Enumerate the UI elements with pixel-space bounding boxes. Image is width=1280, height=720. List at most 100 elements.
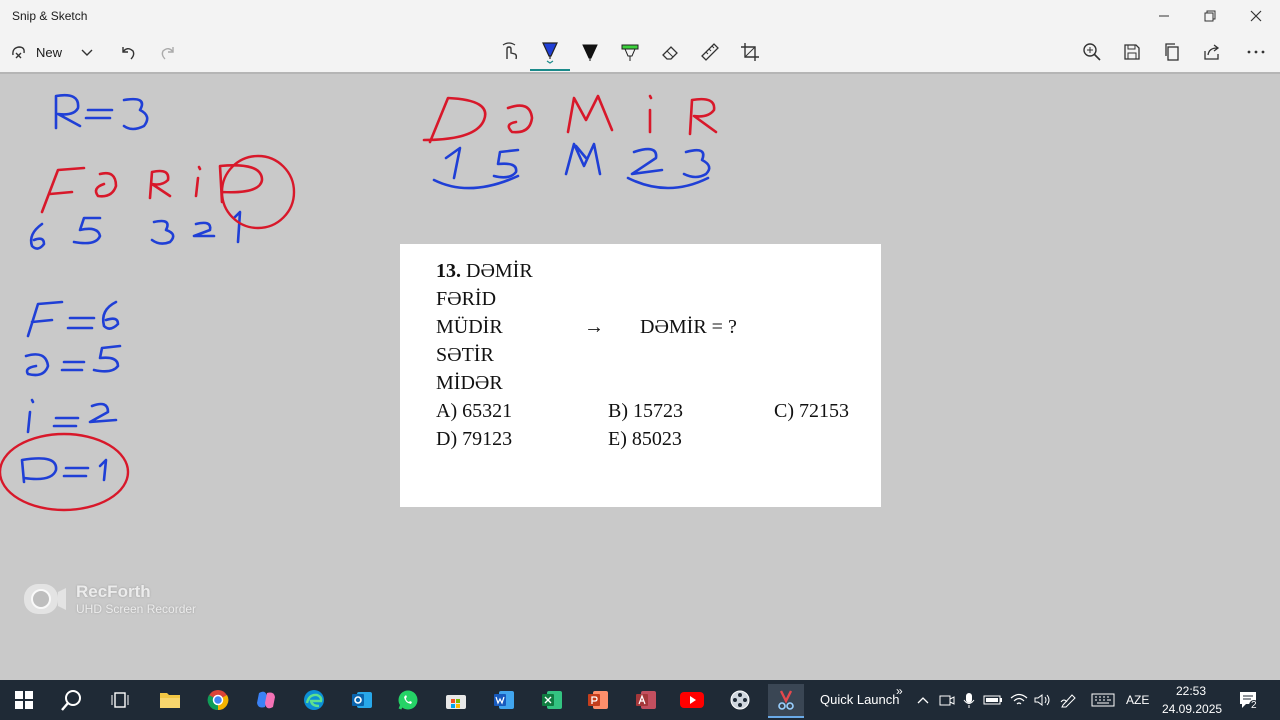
ballpoint-pen-icon: [542, 42, 558, 64]
excel-button[interactable]: [534, 684, 570, 716]
pencil-button[interactable]: [574, 36, 606, 68]
more-icon: [1247, 50, 1265, 54]
whatsapp-icon: [398, 690, 418, 710]
new-button[interactable]: New: [10, 36, 94, 68]
minimize-button[interactable]: [1141, 0, 1187, 32]
touch-writing-button[interactable]: [494, 36, 526, 68]
zoom-button[interactable]: [1076, 36, 1108, 68]
whatsapp-button[interactable]: [390, 684, 426, 716]
tray-microphone-button[interactable]: [958, 688, 980, 712]
tray-battery-button[interactable]: [982, 688, 1004, 712]
option-c: C) 72153: [774, 400, 849, 422]
redo-icon: [161, 47, 174, 60]
tray-meet-button[interactable]: [936, 688, 958, 712]
ink-i-equals-2: [26, 398, 118, 434]
crop-icon: [741, 43, 759, 61]
search-button[interactable]: [54, 684, 90, 716]
taskbar: Quick Launch » AZE 22:53 24.09.2025 2: [0, 680, 1280, 720]
zoom-icon: [1083, 43, 1101, 61]
microsoft-store-button[interactable]: [438, 684, 474, 716]
close-button[interactable]: [1233, 0, 1279, 32]
touch-writing-icon: [502, 42, 518, 60]
ballpoint-pen-button[interactable]: [534, 36, 566, 68]
word-icon: [494, 691, 514, 709]
ink-damir-red: [422, 94, 718, 144]
ink-digits-15m23: [432, 142, 711, 190]
youtube-button[interactable]: [674, 684, 710, 716]
snip-sketch-taskbar-button[interactable]: [768, 684, 804, 718]
eraser-button[interactable]: [654, 36, 686, 68]
undo-icon: [122, 47, 135, 60]
chevron-up-icon: [917, 697, 929, 704]
access-icon: [636, 691, 656, 709]
word-button[interactable]: [486, 684, 522, 716]
option-e: E) 85023: [608, 428, 682, 450]
more-button[interactable]: [1240, 36, 1272, 68]
powerpoint-icon: [588, 691, 608, 709]
notification-center-button[interactable]: 2: [1236, 688, 1262, 712]
watermark-title: RecForth: [76, 582, 151, 601]
option-a: A) 65321: [436, 400, 513, 422]
tray-overflow-button[interactable]: [912, 688, 934, 712]
outlook-button[interactable]: [344, 684, 380, 716]
microphone-icon: [963, 693, 975, 708]
crop-button[interactable]: [734, 36, 766, 68]
store-icon: [446, 695, 466, 709]
ink-digits-65321: [29, 210, 242, 250]
save-icon: [1124, 44, 1140, 60]
chevron-down-icon[interactable]: [80, 45, 94, 59]
camera-tray-icon: [939, 695, 955, 706]
tray-volume-button[interactable]: [1032, 688, 1054, 712]
chrome-button[interactable]: [200, 684, 236, 716]
restore-button[interactable]: [1187, 0, 1233, 32]
share-icon: [1204, 44, 1220, 60]
edge-button[interactable]: [296, 684, 332, 716]
quick-launch-chevron[interactable]: »: [896, 684, 903, 698]
minimize-icon: [1159, 15, 1169, 17]
share-button[interactable]: [1196, 36, 1228, 68]
question-text: DƏMİR = ?: [640, 316, 737, 338]
copy-button[interactable]: [1156, 36, 1188, 68]
option-d: D) 79123: [436, 428, 513, 450]
ink-d-equals-1: [20, 457, 108, 484]
redo-button[interactable]: [152, 36, 184, 68]
file-explorer-button[interactable]: [152, 684, 188, 716]
task-view-button[interactable]: [102, 684, 138, 716]
new-button-label: New: [36, 44, 63, 60]
input-language[interactable]: AZE: [1126, 693, 1149, 707]
drawing-canvas[interactable]: 13. DƏMİR FƏRİD MÜDİR SƏTİR MİDƏR → DƏMİ…: [0, 74, 1280, 678]
word-3: MÜDİR: [436, 316, 503, 338]
clock-time[interactable]: 22:53: [1176, 684, 1206, 698]
word-1: DƏMİR: [466, 260, 533, 282]
windows-logo-icon: [15, 691, 33, 709]
ink-f-equals-6: [26, 300, 120, 338]
save-button[interactable]: [1116, 36, 1148, 68]
copy-icon: [1165, 43, 1179, 61]
ruler-button[interactable]: [694, 36, 726, 68]
arrow: →: [584, 316, 604, 338]
start-button[interactable]: [6, 684, 42, 716]
new-snip-icon: [12, 46, 25, 59]
ink-r-equals-3: [54, 93, 149, 131]
restore-icon: [1204, 10, 1216, 22]
undo-button[interactable]: [112, 36, 144, 68]
question-line-1: 13. DƏMİR: [436, 260, 533, 283]
ink-circle-d-equals-1: [0, 432, 130, 512]
copilot-button[interactable]: [248, 684, 284, 716]
tray-pen-button[interactable]: [1058, 688, 1080, 712]
video-editor-button[interactable]: [722, 684, 758, 716]
word-5: MİDƏR: [436, 372, 503, 394]
powerpoint-button[interactable]: [580, 684, 616, 716]
access-button[interactable]: [628, 684, 664, 716]
quick-launch-toolbar[interactable]: Quick Launch: [820, 692, 900, 707]
chrome-icon: [207, 690, 229, 711]
task-view-icon: [111, 692, 129, 708]
folder-icon: [160, 693, 180, 708]
highlighter-button[interactable]: [614, 36, 646, 68]
clock-date[interactable]: 24.09.2025: [1162, 702, 1222, 716]
word-4: SƏTİR: [436, 344, 494, 366]
tray-wifi-button[interactable]: [1008, 688, 1030, 712]
word-2: FƏRİD: [436, 288, 497, 310]
tray-keyboard-button[interactable]: [1090, 688, 1116, 712]
snip-sketch-icon: [778, 690, 794, 710]
